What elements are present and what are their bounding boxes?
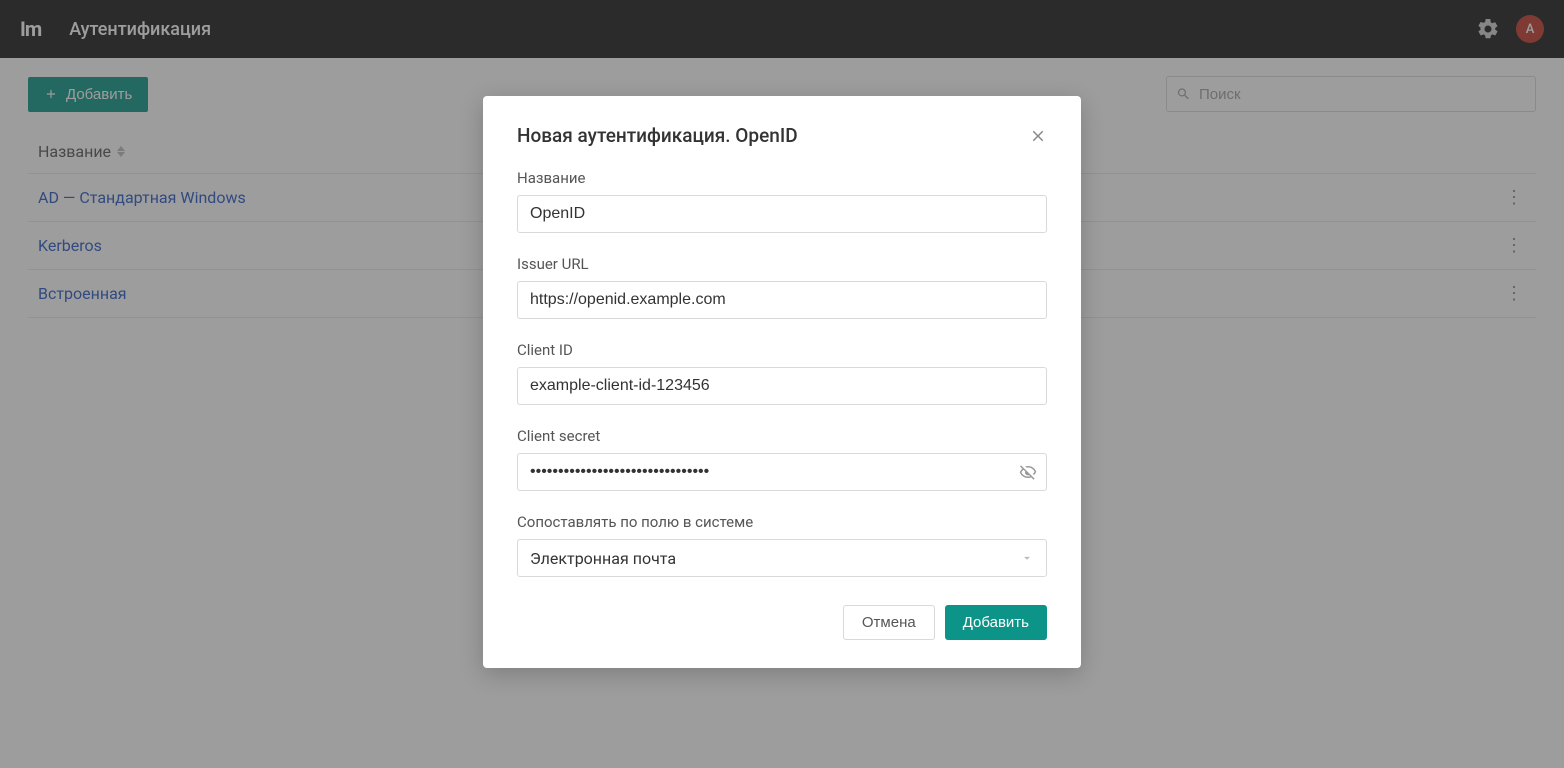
field-issuer: Issuer URL bbox=[517, 255, 1047, 319]
issuer-input[interactable] bbox=[517, 281, 1047, 319]
submit-button[interactable]: Добавить bbox=[945, 605, 1047, 640]
match-select[interactable]: Электронная почта bbox=[517, 539, 1047, 577]
name-input[interactable] bbox=[517, 195, 1047, 233]
name-label: Название bbox=[517, 169, 1047, 187]
field-client-id: Client ID bbox=[517, 341, 1047, 405]
client-secret-label: Client secret bbox=[517, 427, 1047, 445]
eye-off-icon[interactable] bbox=[1019, 463, 1037, 481]
dialog-title: Новая аутентификация. OpenID bbox=[517, 124, 1029, 147]
modal-overlay[interactable]: Новая аутентификация. OpenID Название Is… bbox=[0, 0, 1564, 768]
dialog-header: Новая аутентификация. OpenID bbox=[517, 124, 1047, 147]
dialog-footer: Отмена Добавить bbox=[517, 605, 1047, 640]
client-secret-input[interactable] bbox=[517, 453, 1047, 491]
close-icon[interactable] bbox=[1029, 127, 1047, 145]
cancel-button[interactable]: Отмена bbox=[843, 605, 935, 640]
client-id-input[interactable] bbox=[517, 367, 1047, 405]
match-label: Сопоставлять по полю в системе bbox=[517, 513, 1047, 531]
chevron-down-icon bbox=[1020, 551, 1034, 565]
field-name: Название bbox=[517, 169, 1047, 233]
new-auth-dialog: Новая аутентификация. OpenID Название Is… bbox=[483, 96, 1081, 668]
issuer-label: Issuer URL bbox=[517, 255, 1047, 273]
match-select-value: Электронная почта bbox=[530, 549, 676, 568]
field-client-secret: Client secret bbox=[517, 427, 1047, 491]
field-match: Сопоставлять по полю в системе Электронн… bbox=[517, 513, 1047, 577]
client-id-label: Client ID bbox=[517, 341, 1047, 359]
